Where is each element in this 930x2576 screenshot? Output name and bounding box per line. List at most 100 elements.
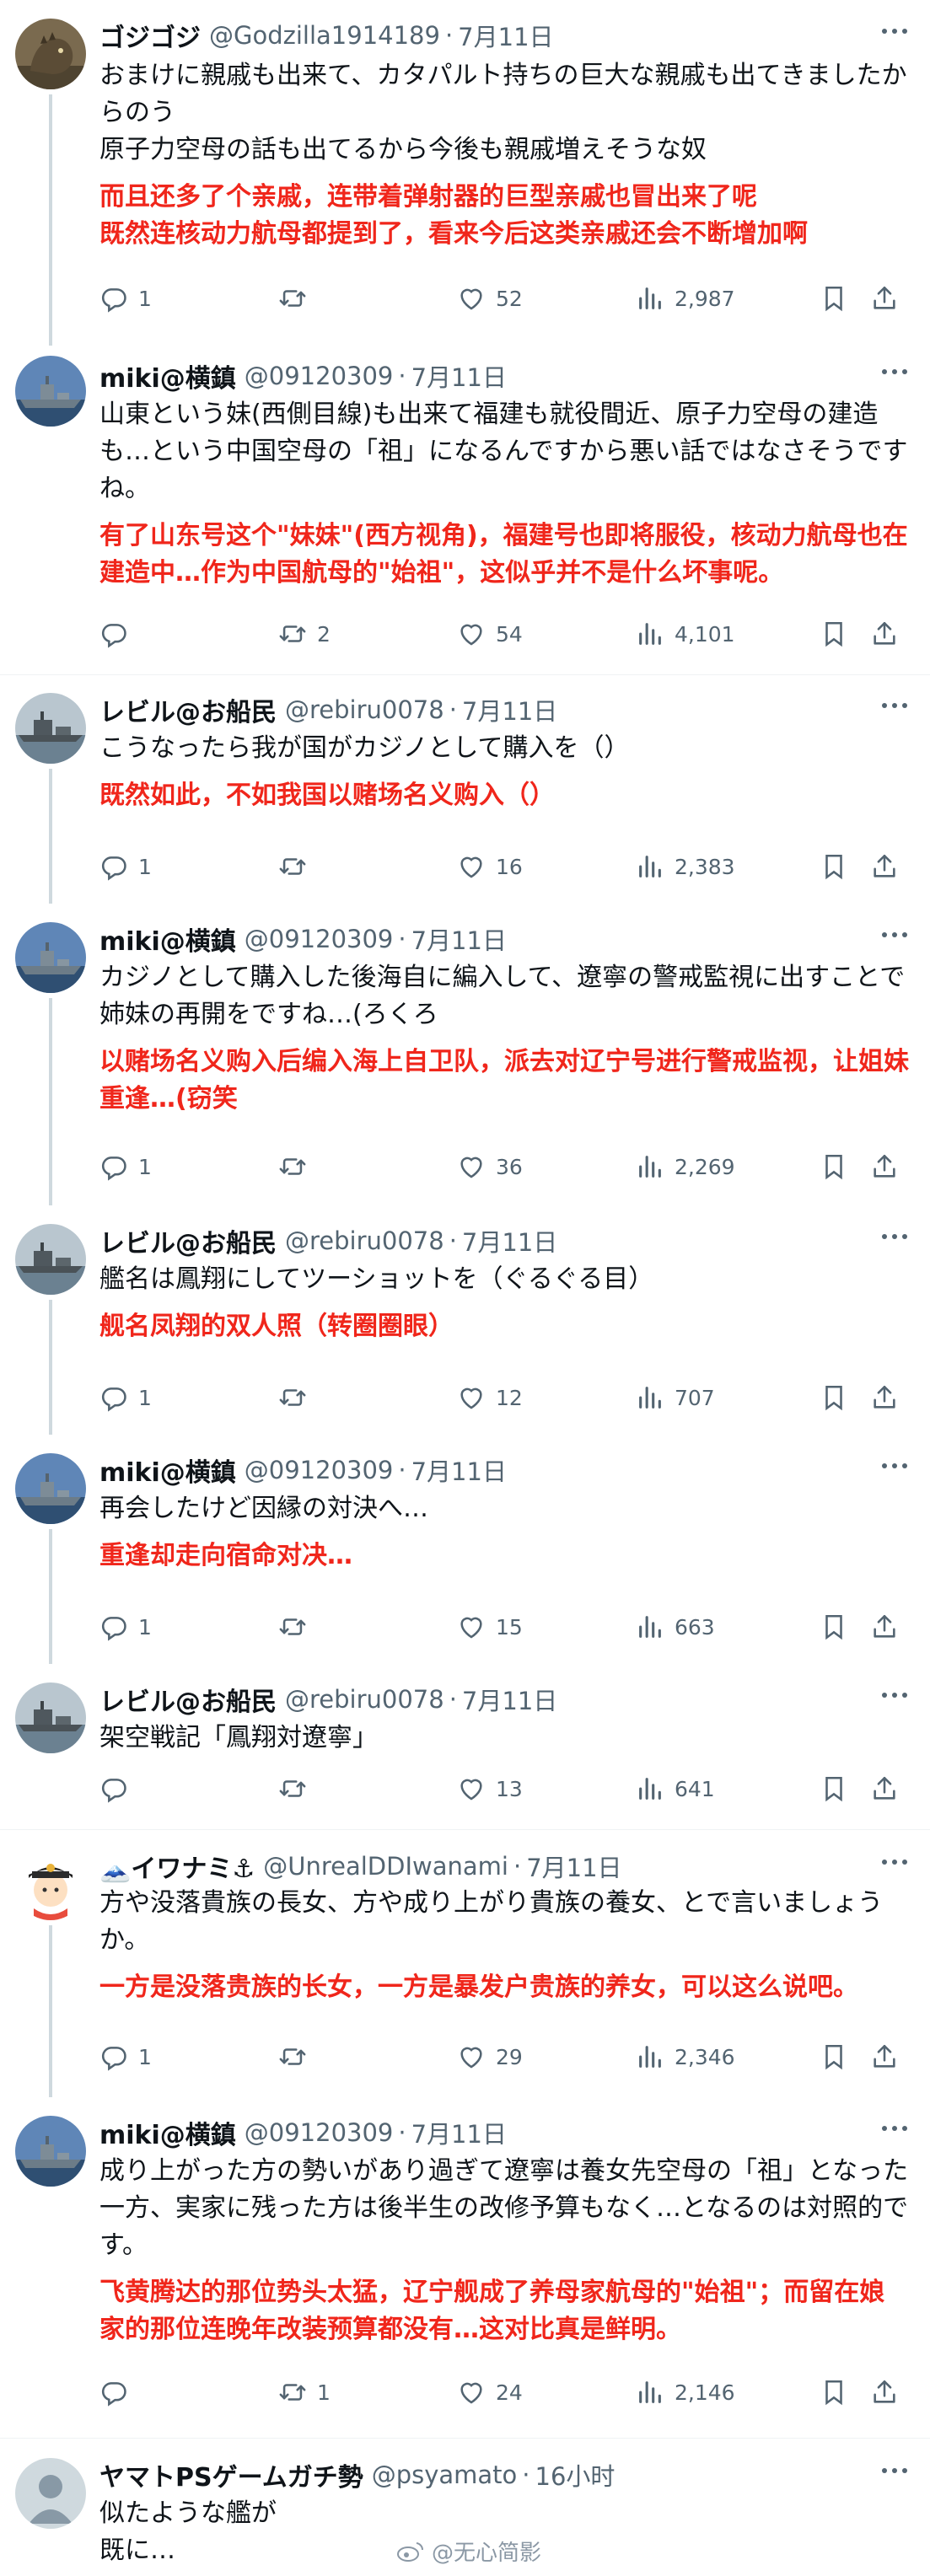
more-icon[interactable] (878, 1849, 911, 1875)
tweet-date[interactable]: 7月11日 (462, 692, 557, 727)
retweet-button[interactable] (278, 280, 317, 317)
more-icon[interactable] (878, 2458, 911, 2483)
retweet-button[interactable] (278, 848, 317, 885)
user-handle[interactable]: @psyamato (372, 2461, 518, 2489)
display-name[interactable]: miki@横鎮 (99, 1452, 236, 1489)
user-handle[interactable]: @rebiru0078 (285, 1685, 444, 1714)
reply-button[interactable] (99, 2374, 138, 2411)
reply-button[interactable]: 1 (99, 280, 152, 317)
user-handle[interactable]: @09120309 (245, 362, 394, 390)
user-handle[interactable]: @09120309 (245, 2118, 394, 2147)
reply-button[interactable]: 1 (99, 848, 152, 885)
like-button[interactable]: 29 (457, 2038, 523, 2075)
like-button[interactable]: 36 (457, 1148, 523, 1185)
retweet-button[interactable] (278, 1770, 317, 1807)
tweet-date[interactable]: 7月11日 (411, 1452, 507, 1488)
avatar[interactable] (15, 2116, 86, 2187)
share-button[interactable] (870, 280, 899, 317)
retweet-button[interactable] (278, 2038, 317, 2075)
avatar[interactable] (15, 1682, 86, 1753)
user-handle[interactable]: @Godzilla1914189 (209, 21, 440, 50)
display-name[interactable]: ヤマトPSゲームガチ勢 (99, 2456, 363, 2493)
more-icon[interactable] (878, 1682, 911, 1708)
views-button[interactable]: 2,987 (636, 280, 735, 317)
display-name[interactable]: miki@横鎮 (99, 357, 236, 394)
bookmark-button[interactable] (820, 1608, 848, 1645)
like-button[interactable]: 16 (457, 848, 523, 885)
tweet-date[interactable]: 7月11日 (462, 1223, 557, 1258)
retweet-button[interactable] (278, 1148, 317, 1185)
views-button[interactable]: 707 (636, 1379, 715, 1416)
more-icon[interactable] (878, 1224, 911, 1249)
reply-button[interactable]: 1 (99, 1379, 152, 1416)
views-button[interactable]: 2,269 (636, 1148, 735, 1185)
share-button[interactable] (870, 2038, 899, 2075)
tweet[interactable]: レビル@お船民 @rebiru0078 · 7月11日 艦名は鳳翔にしてツーショ… (0, 1205, 930, 1435)
tweet-date[interactable]: 7月11日 (458, 18, 553, 53)
more-icon[interactable] (878, 359, 911, 384)
retweet-button[interactable]: 1 (278, 2374, 331, 2411)
avatar[interactable] (15, 356, 86, 427)
share-button[interactable] (870, 848, 899, 885)
bookmark-button[interactable] (820, 2038, 848, 2075)
views-button[interactable]: 2,383 (636, 848, 735, 885)
tweet[interactable]: miki@横鎮 @09120309 · 7月11日 カジノとして購入した後海自に… (0, 904, 930, 1205)
tweet[interactable]: miki@横鎮 @09120309 · 7月11日 山東という妹(西側目線)も出… (0, 346, 930, 688)
tweet[interactable]: 🗻イワナミ⚓ @UnrealDDIwanami · 7月11日 方や没落貴族の長… (0, 1831, 930, 2097)
like-button[interactable]: 54 (457, 615, 523, 652)
tweet-date[interactable]: 16小时 (535, 2457, 616, 2493)
bookmark-button[interactable] (820, 1770, 848, 1807)
display-name[interactable]: レビル@お船民 (99, 1681, 277, 1718)
retweet-button[interactable] (278, 1379, 317, 1416)
views-button[interactable]: 2,346 (636, 2038, 735, 2075)
display-name[interactable]: レビル@お船民 (99, 691, 277, 728)
share-button[interactable] (870, 2374, 899, 2411)
tweet-date[interactable]: 7月11日 (462, 1682, 557, 1717)
user-handle[interactable]: @rebiru0078 (285, 1226, 444, 1255)
share-button[interactable] (870, 1608, 899, 1645)
share-button[interactable] (870, 1770, 899, 1807)
user-handle[interactable]: @rebiru0078 (285, 695, 444, 724)
more-icon[interactable] (878, 693, 911, 718)
display-name[interactable]: レビル@お船民 (99, 1222, 277, 1259)
user-handle[interactable]: @09120309 (245, 1456, 394, 1484)
tweet-date[interactable]: 7月11日 (526, 1849, 621, 1884)
display-name[interactable]: miki@横鎮 (99, 920, 236, 958)
reply-button[interactable]: 1 (99, 1608, 152, 1645)
like-button[interactable]: 15 (457, 1608, 523, 1645)
more-icon[interactable] (878, 19, 911, 44)
reply-button[interactable] (99, 1770, 138, 1807)
like-button[interactable]: 24 (457, 2374, 523, 2411)
bookmark-button[interactable] (820, 2374, 848, 2411)
views-button[interactable]: 4,101 (636, 615, 735, 652)
reply-button[interactable] (99, 615, 138, 652)
like-button[interactable]: 12 (457, 1379, 523, 1416)
views-button[interactable]: 641 (636, 1770, 715, 1807)
avatar[interactable] (15, 1224, 86, 1295)
more-icon[interactable] (878, 922, 911, 947)
tweet[interactable]: ゴジゴジ @Godzilla1914189 · 7月11日 おまけに親戚も出来て… (0, 0, 930, 346)
more-icon[interactable] (878, 1453, 911, 1479)
share-button[interactable] (870, 615, 899, 652)
tweet-date[interactable]: 7月11日 (411, 358, 507, 394)
user-handle[interactable]: @09120309 (245, 925, 394, 953)
tweet-date[interactable]: 7月11日 (411, 921, 507, 957)
tweet-date[interactable]: 7月11日 (411, 2115, 507, 2150)
bookmark-button[interactable] (820, 848, 848, 885)
avatar[interactable] (15, 1849, 86, 1920)
user-handle[interactable]: @UnrealDDIwanami (263, 1852, 508, 1881)
bookmark-button[interactable] (820, 1148, 848, 1185)
views-button[interactable]: 2,146 (636, 2374, 735, 2411)
tweet[interactable]: miki@横鎮 @09120309 · 7月11日 再会したけど因縁の対決へ… … (0, 1435, 930, 1664)
display-name[interactable]: miki@横鎮 (99, 2114, 236, 2151)
avatar[interactable] (15, 1453, 86, 1524)
retweet-button[interactable]: 2 (278, 615, 331, 652)
avatar[interactable] (15, 19, 86, 89)
share-button[interactable] (870, 1379, 899, 1416)
retweet-button[interactable] (278, 1608, 317, 1645)
tweet[interactable]: miki@横鎮 @09120309 · 7月11日 成り上がった方の勢いがあり過… (0, 2097, 930, 2438)
bookmark-button[interactable] (820, 615, 848, 652)
share-button[interactable] (870, 1148, 899, 1185)
tweet[interactable]: レビル@お船民 @rebiru0078 · 7月11日 こうなったら我が国がカジ… (0, 676, 930, 904)
bookmark-button[interactable] (820, 1379, 848, 1416)
